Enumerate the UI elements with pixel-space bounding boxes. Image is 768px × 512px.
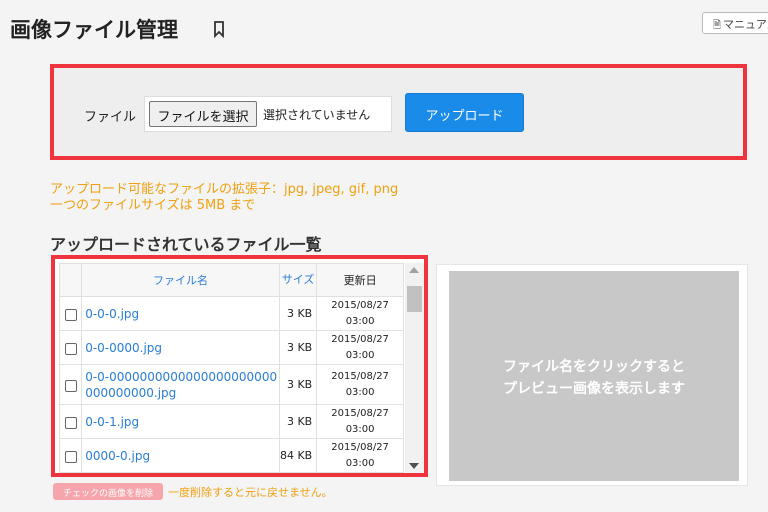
page-title: 画像ファイル管理 [10,18,178,42]
upload-button[interactable]: アップロード [405,93,524,132]
row-checkbox[interactable] [64,308,77,321]
preview-panel: ファイル名をクリックすると プレビュー画像を表示します [436,264,748,486]
table-row: 0-0-1.jpg 3 KB 2015/08/27 03:00 [58,404,404,439]
file-name-link[interactable]: 0-0-0000.jpg [81,330,280,365]
file-list-title: アップロードされているファイル一覧 [50,235,322,254]
bookmark-icon[interactable] [212,20,226,38]
file-date: 2015/08/27 03:00 [316,404,404,439]
delete-checked-button[interactable]: チェックの画像を削除 [53,483,163,500]
row-checkbox[interactable] [64,342,77,355]
row-checkbox[interactable] [64,379,77,392]
header-size[interactable]: サイズ [278,263,318,297]
file-input[interactable]: ファイルを選択 選択されていません [144,96,392,132]
max-size-note: 一つのファイルサイズは 5MB まで [50,198,256,213]
file-date: 2015/08/27 03:00 [316,296,404,331]
file-date: 2015/08/27 03:00 [316,364,404,405]
scroll-thumb[interactable] [407,286,422,312]
file-size: 3 KB [278,296,318,331]
file-size: 3 KB [278,330,318,365]
preview-text-line2: プレビュー画像を表示します [503,381,685,397]
file-table: ファイル名 サイズ 更新日 0-0-0.jpg 3 KB 2015/08/27 0… [58,263,404,473]
no-file-text: 選択されていません [263,108,371,122]
row-checkbox[interactable] [64,416,77,429]
file-size: 3 KB [278,404,318,439]
manual-label: マニュアル [723,18,768,31]
file-size: 84 KB [278,438,318,473]
row-checkbox[interactable] [64,450,77,463]
manual-button[interactable]: 🗎マニュアル [702,12,768,34]
scroll-up-arrow-icon[interactable] [409,267,419,273]
file-date: 2015/08/27 03:00 [316,438,404,473]
header-check [58,263,83,297]
delete-warning: 一度削除すると元に戻せません。 [168,486,333,499]
scroll-down-arrow-icon[interactable] [409,463,419,469]
file-size: 3 KB [278,364,318,405]
file-list-panel: ファイル名 サイズ 更新日 0-0-0.jpg 3 KB 2015/08/27 0… [51,255,428,477]
table-scrollbar[interactable] [405,263,424,473]
header-name[interactable]: ファイル名 [81,263,280,297]
table-row: 0-0-0000.jpg 3 KB 2015/08/27 03:00 [58,330,404,365]
table-row: 0-0-0.jpg 3 KB 2015/08/27 03:00 [58,296,404,331]
file-name-link[interactable]: 0-0-1.jpg [81,404,280,439]
file-date: 2015/08/27 03:00 [316,330,404,365]
file-name-link[interactable]: 0000-0.jpg [81,438,280,473]
preview-text-line1: ファイル名をクリックすると [503,359,685,375]
file-name-link[interactable]: 0-0-0000000000000000000000000000000.jpg [81,364,280,405]
choose-file-button[interactable]: ファイルを選択 [149,101,257,127]
file-name-link[interactable]: 0-0-0.jpg [81,296,280,331]
table-header-row: ファイル名 サイズ 更新日 [58,263,404,297]
upload-panel: ファイル ファイルを選択 選択されていません アップロード [50,64,747,160]
document-icon: 🗎 [713,20,722,31]
table-row: 0-0-0000000000000000000000000000000.jpg … [58,364,404,405]
file-label: ファイル [84,110,137,125]
preview-placeholder: ファイル名をクリックすると プレビュー画像を表示します [449,271,739,481]
table-row: 0000-0.jpg 84 KB 2015/08/27 03:00 [58,438,404,473]
header-date: 更新日 [316,263,404,297]
